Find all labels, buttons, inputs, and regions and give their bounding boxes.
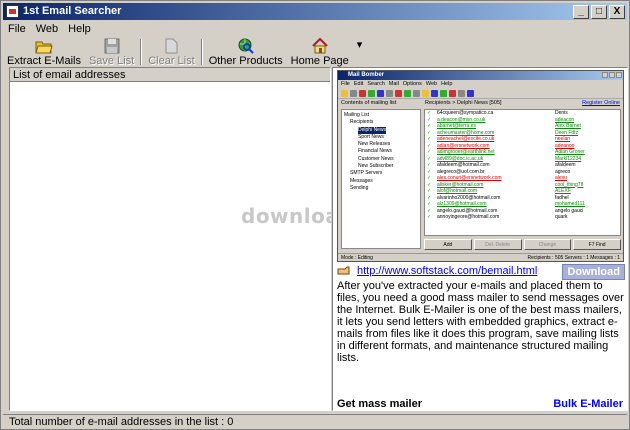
toolbar-separator — [140, 39, 143, 65]
product-link[interactable]: http://www.softstack.com/bemail.html — [357, 265, 537, 277]
download-button[interactable]: Download — [562, 264, 625, 280]
menu-web[interactable]: Web — [31, 21, 63, 37]
app-window: 1st Email Searcher _ □ X File Web Help E… — [0, 0, 630, 430]
preview-title-bar: Mail Bomber — [338, 71, 623, 80]
preview-row-email: annoyingeore@hotmail.com — [437, 214, 500, 220]
preview-status: Mode : Editing Recipients : 505 Servers … — [338, 253, 623, 261]
preview-row: ✓ annoyingeore@hotmail.com quark — [425, 214, 620, 221]
preview-headers: Contents of mailing list Recipients > De… — [341, 100, 620, 106]
preview-tree: Mailing List Recipients Delphi News Spor… — [341, 109, 421, 249]
menu-help[interactable]: Help — [63, 21, 96, 37]
minimize-button[interactable]: _ — [573, 5, 589, 19]
close-button[interactable]: X — [609, 5, 625, 19]
toolbar-separator — [200, 39, 203, 65]
toolbar: Extract E-Mails Save List Clear List Oth… — [3, 37, 627, 67]
home-page-button[interactable]: Home Page — [287, 37, 353, 67]
clear-list-button[interactable]: Clear List — [144, 37, 198, 67]
preview-toolbar — [338, 88, 623, 99]
menu-file[interactable]: File — [3, 21, 31, 37]
status-bar: Total number of e-mail addresses in the … — [3, 414, 627, 429]
extract-emails-button[interactable]: Extract E-Mails — [3, 37, 85, 67]
preview-recipient-list: ✓ 64cqueen@sympatico.ca Denis ✓ a.deacon@msn… — [424, 109, 621, 236]
email-list-pane[interactable]: List of email addresses — [9, 67, 331, 411]
other-products-button[interactable]: Other Products — [205, 37, 287, 67]
mail-bomber-preview: Mail Bomber File Edit Search Mail Options Web… — [337, 70, 624, 262]
app-icon — [6, 5, 19, 18]
pointing-hand-icon — [337, 266, 351, 276]
window-title: 1st Email Searcher — [23, 5, 122, 17]
bulk-emailer-link[interactable]: Bulk E-Mailer — [553, 398, 623, 410]
product-info-pane: Mail Bomber File Edit Search Mail Options Web… — [332, 67, 628, 411]
get-mass-mailer-label: Get mass mailer — [337, 398, 422, 410]
url-row: http://www.softstack.com/bemail.html Dow… — [337, 264, 625, 280]
home-icon — [311, 37, 329, 54]
document-icon — [162, 38, 180, 54]
preview-row-name: quark — [555, 214, 568, 220]
more-dropdown[interactable]: ▾ — [353, 37, 367, 67]
floppy-disk-icon — [103, 38, 121, 54]
product-description: After you've extracted your e-mails and … — [337, 280, 624, 364]
preview-menu: File Edit Search Mail Options Web Help — [341, 81, 453, 87]
email-list-header: List of email addresses — [10, 68, 330, 82]
globe-search-icon — [237, 38, 255, 54]
preview-buttons: Add Del. Delete Change F7 Find — [424, 239, 621, 250]
check-icon: ✓ — [427, 214, 432, 220]
menu-bar: File Web Help — [3, 21, 96, 37]
folder-open-icon — [35, 38, 53, 54]
maximize-button[interactable]: □ — [591, 5, 607, 19]
save-list-button[interactable]: Save List — [85, 37, 138, 67]
title-bar: 1st Email Searcher _ □ X — [3, 3, 627, 20]
